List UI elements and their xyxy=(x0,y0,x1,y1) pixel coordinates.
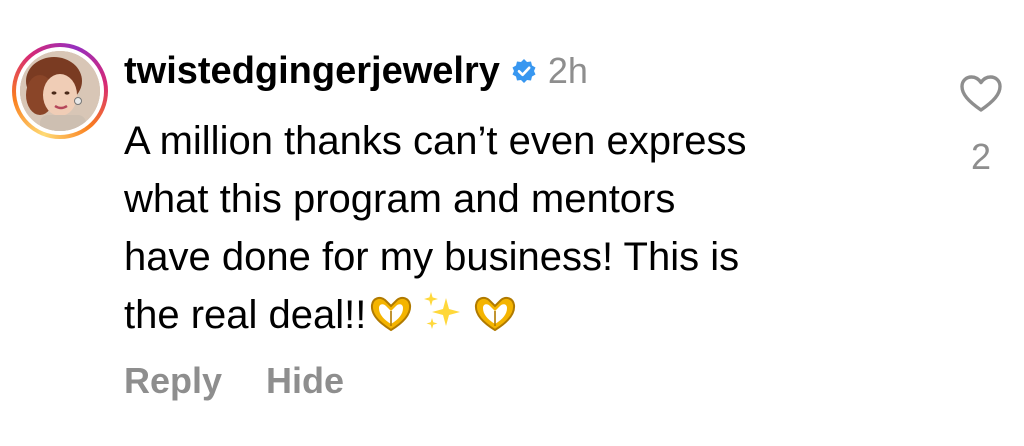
comment-text-line: A million thanks can’t even express xyxy=(124,119,747,163)
comment-text: A million thanks can’t even express what… xyxy=(124,112,924,350)
comment-item: twistedgingerjewelry 2h A million thanks… xyxy=(0,0,1024,446)
comment-actions: Reply Hide xyxy=(124,360,344,402)
username[interactable]: twistedgingerjewelry xyxy=(124,50,500,93)
heart-icon[interactable] xyxy=(959,74,1003,114)
avatar[interactable] xyxy=(20,51,100,131)
comment-text-line: have done for my business! This is xyxy=(124,235,740,279)
comment-text-line: the real deal!! xyxy=(124,293,367,337)
like-count: 2 xyxy=(970,136,992,177)
heart-hands-emoji xyxy=(368,292,414,350)
comment-timestamp: 2h xyxy=(547,50,588,91)
comment-header: twistedgingerjewelry 2h xyxy=(124,48,588,94)
story-ring[interactable] xyxy=(12,43,108,139)
reply-button[interactable]: Reply xyxy=(124,360,222,402)
hide-button[interactable]: Hide xyxy=(266,360,344,402)
verified-badge-icon xyxy=(510,57,538,85)
comment-text-line: what this program and mentors xyxy=(124,177,676,221)
heart-hands-emoji xyxy=(472,292,518,350)
avatar-photo xyxy=(20,51,100,131)
comment-text-line-last: the real deal!! xyxy=(124,286,924,350)
sparkles-emoji xyxy=(420,290,466,350)
like-column: 2 xyxy=(956,74,1006,178)
avatar-gap xyxy=(16,47,104,135)
